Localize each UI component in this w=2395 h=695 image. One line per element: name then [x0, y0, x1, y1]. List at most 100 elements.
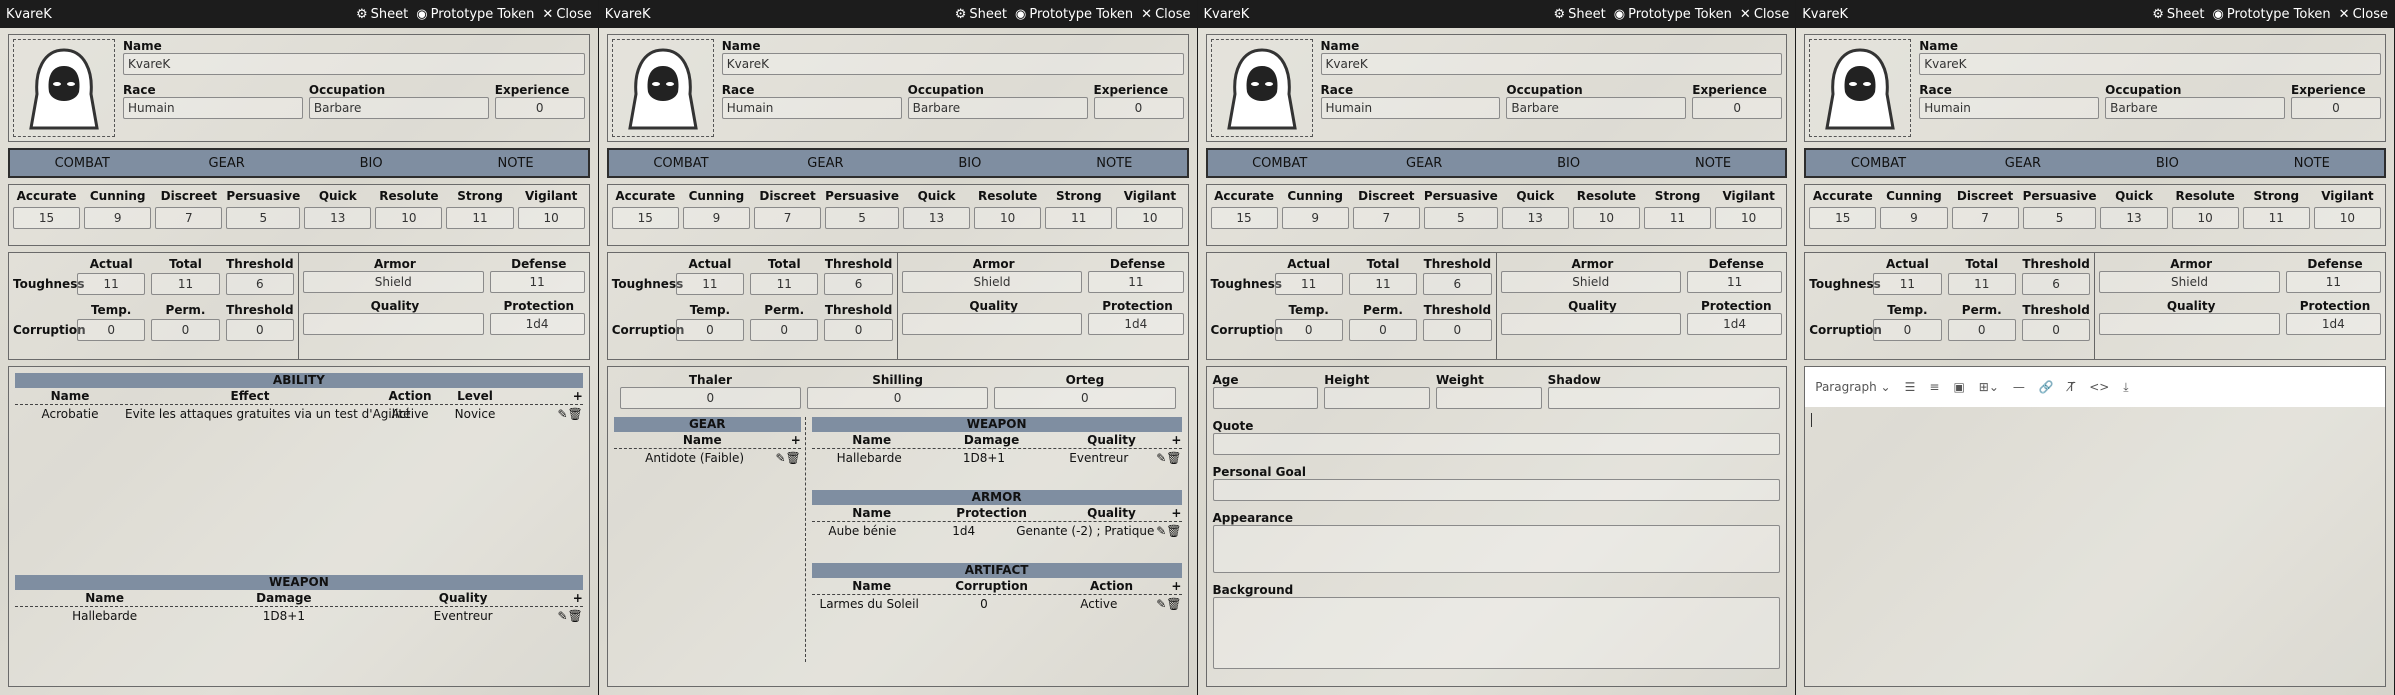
appearance-input[interactable] [1212, 525, 1781, 573]
tab-bio[interactable]: BIO [898, 156, 1042, 171]
edit-trash-icons[interactable]: ✎🗑 [1156, 597, 1181, 611]
attr-input[interactable]: 5 [226, 207, 301, 229]
attr-input[interactable]: 10 [1116, 207, 1184, 229]
table-icon[interactable]: ⊞⌄ [1979, 380, 1999, 394]
age-input[interactable] [1212, 387, 1319, 409]
quality-input[interactable] [303, 313, 484, 335]
attr-input[interactable]: 10 [2171, 207, 2239, 229]
attr-input[interactable]: 7 [1951, 207, 2019, 229]
attr-input[interactable]: 11 [2242, 207, 2310, 229]
attr-input[interactable]: 15 [611, 207, 679, 229]
corruption-temp-input[interactable]: 0 [77, 319, 146, 341]
corruption-perm-input[interactable]: 0 [1348, 319, 1418, 341]
tab-note[interactable]: NOTE [1042, 156, 1186, 171]
attr-input[interactable]: 15 [1210, 207, 1278, 229]
race-input[interactable]: Humain [123, 97, 303, 119]
attr-input[interactable]: 10 [1715, 207, 1783, 229]
attr-input[interactable]: 5 [1423, 207, 1498, 229]
edit-trash-icons[interactable]: ✎🗑 [1156, 524, 1181, 538]
link-icon[interactable]: 🔗 [2039, 380, 2054, 394]
attr-input[interactable]: 9 [1281, 207, 1349, 229]
attr-input[interactable]: 9 [682, 207, 750, 229]
tab-gear[interactable]: GEAR [154, 156, 298, 171]
quality-input[interactable] [1500, 313, 1681, 335]
trash-icon[interactable]: 🗑 [568, 407, 583, 421]
shilling-input[interactable]: 0 [807, 387, 989, 409]
attr-input[interactable]: 15 [13, 207, 81, 229]
sheet-button[interactable]: ⚙ Sheet [356, 7, 408, 22]
attr-input[interactable]: 11 [446, 207, 514, 229]
toughness-actual-input[interactable]: 11 [1274, 273, 1343, 295]
toughness-threshold-input[interactable]: 6 [225, 273, 294, 295]
protection-input[interactable]: 1d4 [1088, 313, 1184, 335]
occupation-input[interactable]: Barbare [2105, 97, 2285, 119]
attr-input[interactable]: 11 [1643, 207, 1712, 229]
tab-bio[interactable]: BIO [1496, 156, 1640, 171]
tab-note[interactable]: NOTE [443, 156, 587, 171]
numbered-list-icon[interactable]: ≡ [1929, 380, 1939, 394]
corruption-perm-input[interactable]: 0 [151, 319, 220, 341]
attr-input[interactable]: 10 [2313, 207, 2381, 229]
attr-input[interactable]: 9 [84, 207, 152, 229]
attr-input[interactable]: 10 [375, 207, 443, 229]
protection-input[interactable]: 1d4 [2285, 313, 2381, 335]
attr-input[interactable]: 13 [1501, 207, 1569, 229]
corruption-perm-input[interactable]: 0 [1947, 319, 2016, 341]
table-row[interactable]: Hallebarde 1D8+1 Eventreur ✎🗑 [812, 449, 1182, 466]
attr-input[interactable]: 13 [902, 207, 971, 229]
add-icon[interactable]: + [573, 389, 583, 403]
tab-combat[interactable]: COMBAT [10, 156, 154, 171]
sheet-button[interactable]: ⚙ Sheet [2152, 7, 2204, 22]
toughness-total-input[interactable]: 11 [750, 273, 819, 295]
orteg-input[interactable]: 0 [994, 387, 1176, 409]
portrait-image[interactable] [13, 39, 115, 137]
quote-input[interactable] [1212, 433, 1781, 455]
race-input[interactable]: Humain [1919, 97, 2100, 119]
clear-format-icon[interactable]: T̸ [2068, 380, 2075, 394]
background-input[interactable] [1212, 597, 1781, 669]
image-icon[interactable]: ▣ [1953, 380, 1964, 394]
defense-input[interactable]: 11 [1088, 271, 1184, 293]
height-input[interactable] [1324, 387, 1430, 409]
portrait-image[interactable] [1210, 39, 1313, 137]
name-input[interactable]: KvareK [1320, 53, 1783, 75]
quality-input[interactable] [901, 313, 1083, 335]
race-input[interactable]: Humain [1320, 97, 1501, 119]
defense-input[interactable]: 11 [2285, 271, 2381, 293]
sheet-button[interactable]: ⚙ Sheet [955, 7, 1007, 22]
add-icon[interactable]: + [791, 433, 801, 447]
close-button[interactable]: ✕ Close [542, 7, 591, 22]
toughness-actual-input[interactable]: 11 [1873, 273, 1942, 295]
edit-trash-icons[interactable]: ✎🗑 [553, 609, 582, 623]
race-input[interactable]: Humain [721, 97, 902, 119]
add-icon[interactable]: + [553, 591, 583, 605]
bullet-list-icon[interactable]: ☰ [1905, 380, 1916, 394]
tab-combat[interactable]: COMBAT [1208, 156, 1352, 171]
attr-input[interactable]: 5 [825, 207, 899, 229]
armor-input[interactable]: Shield [303, 271, 484, 293]
toughness-threshold-input[interactable]: 6 [2021, 273, 2091, 295]
edit-trash-icons[interactable]: ✎🗑 [775, 451, 800, 465]
tab-bio[interactable]: BIO [2095, 156, 2239, 171]
corruption-threshold-input[interactable]: 0 [2021, 319, 2091, 341]
toughness-total-input[interactable]: 11 [151, 273, 220, 295]
close-button[interactable]: ✕ Close [1740, 7, 1789, 22]
window-titlebar[interactable]: KvareK ⚙ Sheet ◉ Prototype Token ✕ Close [0, 0, 598, 28]
add-icon[interactable]: + [1171, 433, 1181, 447]
tab-gear[interactable]: GEAR [1352, 156, 1496, 171]
table-row[interactable]: Hallebarde 1D8+1 Eventreur ✎🗑 [15, 607, 583, 624]
protection-input[interactable]: 1d4 [1687, 313, 1783, 335]
occupation-input[interactable]: Barbare [1506, 97, 1687, 119]
experience-input[interactable]: 0 [1093, 97, 1184, 119]
horizontal-rule-icon[interactable]: — [2013, 380, 2025, 394]
tab-note[interactable]: NOTE [1641, 156, 1785, 171]
occupation-input[interactable]: Barbare [308, 97, 489, 119]
table-row[interactable]: Antidote (Faible) ✎🗑 [614, 449, 801, 466]
defense-input[interactable]: 11 [489, 271, 585, 293]
close-button[interactable]: ✕ Close [1141, 7, 1190, 22]
corruption-threshold-input[interactable]: 0 [225, 319, 294, 341]
shadow-input[interactable] [1547, 387, 1781, 409]
toughness-actual-input[interactable]: 11 [675, 273, 745, 295]
armor-input[interactable]: Shield [2099, 271, 2280, 293]
attr-input[interactable]: 9 [1880, 207, 1948, 229]
